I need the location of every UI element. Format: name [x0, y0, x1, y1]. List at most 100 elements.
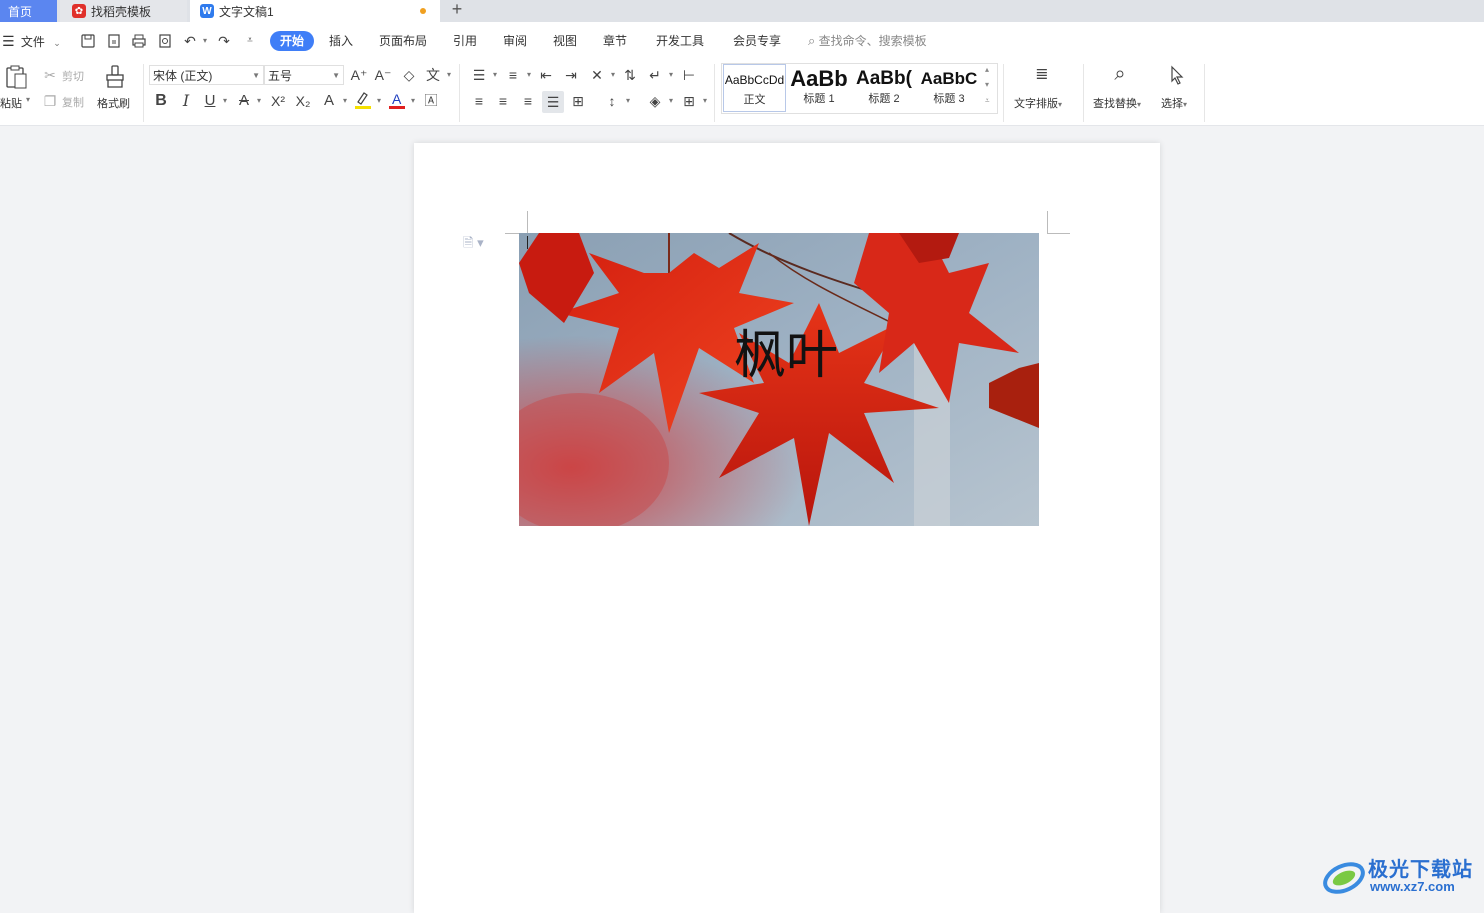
styles-scroll-up-icon[interactable]: ▴	[985, 65, 989, 74]
chevron-down-icon[interactable]: ▾	[404, 92, 422, 110]
menu-tab-chapter[interactable]: 章节	[603, 31, 627, 51]
customize-toolbar-icon[interactable]: ⩡	[242, 33, 258, 49]
ribbon-separator	[1083, 64, 1084, 122]
cut-button[interactable]: 剪切	[62, 68, 84, 84]
ribbon-separator	[1003, 64, 1004, 122]
align-left-icon[interactable]: ≡	[470, 92, 488, 110]
file-menu[interactable]: ☰ 文件 ⌄	[2, 30, 61, 52]
menu-tab-page-layout[interactable]: 页面布局	[379, 31, 427, 51]
new-tab-button[interactable]: +	[449, 0, 465, 22]
text-cursor	[527, 236, 528, 249]
style-heading-1[interactable]: AaBb 标题 1	[788, 64, 850, 112]
sort-icon[interactable]: ⇅	[621, 66, 639, 84]
chevron-down-icon[interactable]: ▾	[662, 66, 680, 84]
watermark-url: www.xz7.com	[1370, 879, 1455, 894]
tab-bar: 首页 ✿ 找稻壳模板 W 文字文稿1 +	[0, 0, 1484, 22]
paste-button[interactable]	[4, 64, 28, 90]
increase-indent-icon[interactable]: ⇥	[562, 66, 580, 84]
chevron-down-icon[interactable]: ▾	[520, 66, 538, 84]
styles-scroll-down-icon[interactable]: ▾	[985, 80, 989, 89]
tab-stops-icon[interactable]: ⊢	[680, 66, 698, 84]
tab-document[interactable]: W 文字文稿1	[190, 0, 440, 22]
chevron-down-icon: ▼	[252, 71, 260, 80]
justify-icon[interactable]: ☰	[542, 91, 564, 113]
decrease-indent-icon[interactable]: ⇤	[537, 66, 555, 84]
character-border-icon[interactable]: 🄰	[422, 92, 440, 110]
superscript-icon[interactable]: X²	[269, 92, 287, 110]
undo-icon[interactable]: ↶	[182, 33, 198, 49]
tab-home[interactable]: 首页	[0, 0, 57, 22]
menu-tab-insert[interactable]: 插入	[329, 31, 353, 51]
paste-label[interactable]: 粘贴	[0, 95, 22, 111]
styles-expand-icon[interactable]: ⩡	[985, 96, 990, 106]
maple-leaves-image[interactable]: 枫叶	[519, 233, 1039, 526]
increase-font-size-icon[interactable]: A⁺	[350, 66, 368, 84]
menu-tab-review[interactable]: 审阅	[503, 31, 527, 51]
menu-bar: ☰ 文件 ⌄ ↶ ▾ ↷ ⩡ 开始 插入 页面布局 引用 审阅 视图 章节 开发…	[0, 22, 1484, 60]
chevron-down-icon[interactable]: ▾	[696, 92, 714, 110]
print-icon[interactable]	[131, 33, 147, 49]
image-caption-text: 枫叶	[734, 326, 838, 386]
tab-template[interactable]: ✿ 找稻壳模板	[60, 0, 187, 22]
tab-document-label: 文字文稿1	[219, 4, 274, 19]
format-painter-icon[interactable]	[105, 64, 125, 90]
chevron-down-icon[interactable]: ▾	[440, 66, 458, 84]
find-replace-label: 查找替换	[1093, 98, 1137, 110]
menu-tab-dev-tools[interactable]: 开发工具	[656, 31, 704, 51]
font-name-value: 宋体 (正文)	[153, 69, 213, 83]
text-layout-icon[interactable]: ≣	[1030, 66, 1054, 84]
chevron-down-icon[interactable]: ▾	[604, 66, 622, 84]
chevron-down-icon[interactable]: ▾	[619, 92, 637, 110]
find-replace-button[interactable]: 查找替换▾	[1093, 95, 1141, 111]
format-painter-label[interactable]: 格式刷	[97, 95, 130, 111]
chevron-down-icon[interactable]: ▾	[486, 66, 504, 84]
distributed-align-icon[interactable]: ⊞	[569, 92, 587, 110]
copy-button[interactable]: 复制	[62, 94, 84, 110]
chevron-down-icon: ▼	[332, 71, 340, 80]
redo-icon[interactable]: ↷	[216, 33, 232, 49]
style-normal[interactable]: AaBbCcDd 正文	[723, 64, 786, 112]
style-heading-2[interactable]: AaBb( 标题 2	[853, 64, 915, 112]
italic-icon[interactable]: I	[177, 92, 195, 110]
font-size-dropdown[interactable]: 五号 ▼	[264, 65, 344, 85]
chevron-down-icon[interactable]: ▾	[250, 92, 268, 110]
watermark-logo: 极光下载站 www.xz7.com	[1322, 852, 1482, 900]
file-menu-label: 文件	[20, 35, 45, 49]
undo-dropdown-icon[interactable]: ▾	[197, 33, 213, 49]
save-icon[interactable]	[80, 33, 96, 49]
select-label: 选择	[1161, 98, 1183, 110]
chevron-down-icon[interactable]: ▾	[216, 92, 234, 110]
paste-dropdown-icon[interactable]: ▾	[26, 95, 30, 104]
menu-tab-view[interactable]: 视图	[553, 31, 577, 51]
menu-tab-start[interactable]: 开始	[270, 31, 315, 51]
chevron-down-icon[interactable]: ▾	[662, 92, 680, 110]
find-replace-icon[interactable]: ⌕	[1108, 64, 1132, 84]
select-button[interactable]: 选择▾	[1161, 95, 1187, 111]
style-heading-3[interactable]: AaBbC 标题 3	[918, 64, 980, 112]
clear-format-icon[interactable]: ◇	[400, 66, 418, 84]
font-size-value: 五号	[268, 69, 293, 83]
style-normal-name: 正文	[743, 94, 766, 106]
paragraph-layout-icon[interactable]: 🗎 ▾	[463, 234, 484, 256]
align-center-icon[interactable]: ≡	[494, 92, 512, 110]
subscript-icon[interactable]: X₂	[294, 92, 312, 110]
bold-icon[interactable]: B	[152, 92, 170, 110]
align-right-icon[interactable]: ≡	[519, 92, 537, 110]
ribbon-toolbar: 粘贴 ▾ ✂ 剪切 ❐ 复制 格式刷 宋体 (正文) ▼ 五号 ▼ A⁺ A⁻ …	[0, 60, 1484, 126]
copy-icon: ❐	[43, 93, 57, 109]
style-heading-3-sample: AaBbC	[920, 69, 978, 88]
menu-tab-member[interactable]: 会员专享	[733, 31, 781, 51]
export-pdf-icon[interactable]	[106, 33, 122, 49]
chevron-down-icon[interactable]: ▾	[370, 92, 388, 110]
font-name-dropdown[interactable]: 宋体 (正文) ▼	[149, 65, 264, 85]
select-cursor-icon[interactable]	[1167, 65, 1187, 85]
menu-tab-references[interactable]: 引用	[453, 31, 477, 51]
print-preview-icon[interactable]	[157, 33, 173, 49]
text-layout-button[interactable]: 文字排版▾	[1014, 95, 1062, 111]
chevron-down-icon[interactable]: ▾	[336, 92, 354, 110]
chevron-down-icon: ▾	[1183, 100, 1188, 109]
search-icon: ⌕	[808, 33, 816, 48]
command-search[interactable]: ⌕ 查找命令、搜索模板	[808, 31, 927, 51]
svg-text:A: A	[392, 91, 402, 107]
decrease-font-size-icon[interactable]: A⁻	[374, 66, 392, 84]
